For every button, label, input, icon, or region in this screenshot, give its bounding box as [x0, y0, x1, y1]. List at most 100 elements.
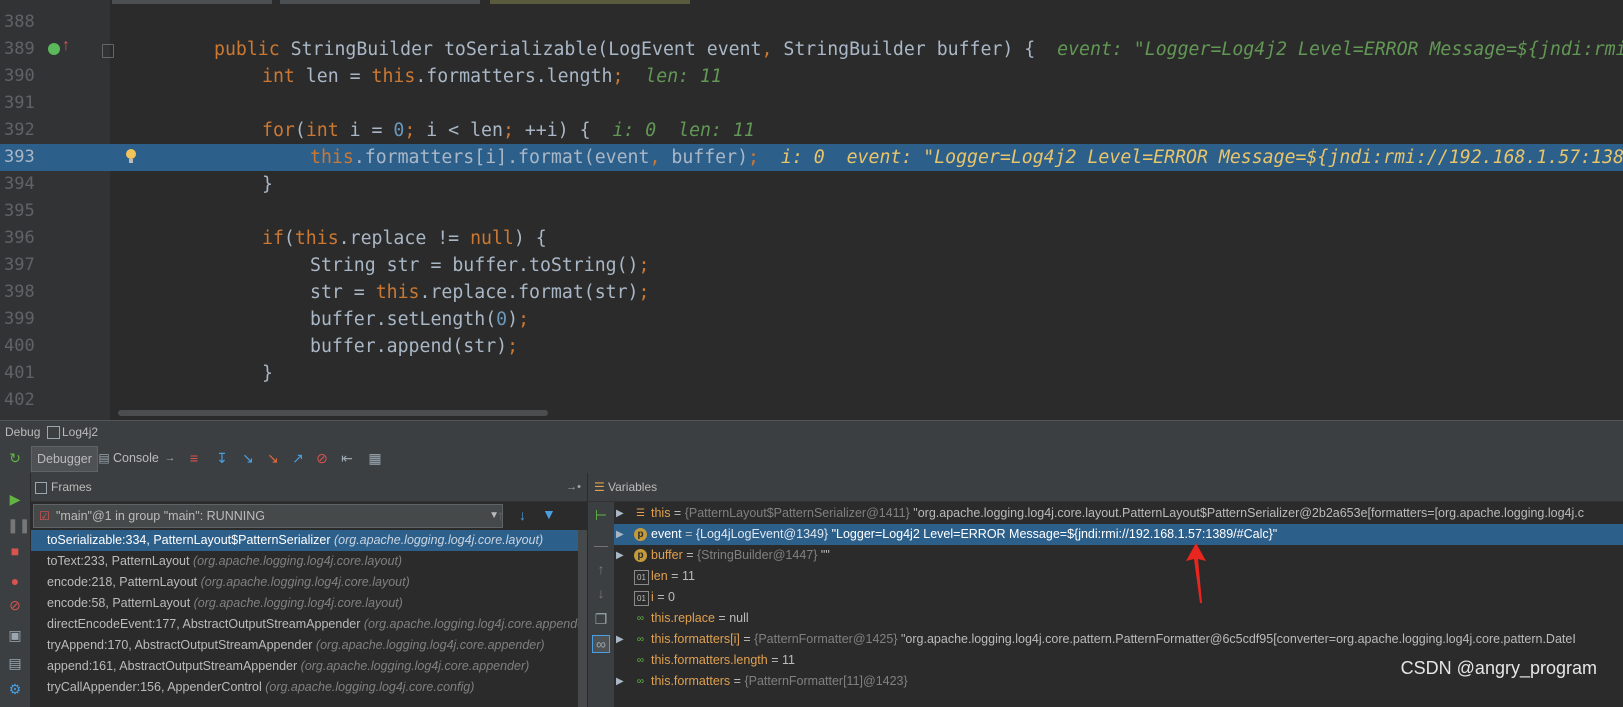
line-number: 398: [4, 282, 35, 302]
variable-row[interactable]: ▶ p buffer = {StringBuilder@1447} "": [614, 545, 1623, 566]
code-text: public StringBuilder toSerializable(LogE…: [214, 36, 1623, 63]
frames-scrollbar[interactable]: [578, 530, 587, 707]
field-icon: ☰: [636, 508, 645, 519]
step-into-icon[interactable]: ↘: [240, 450, 256, 466]
horizontal-scrollbar[interactable]: [118, 410, 548, 416]
show-watches-icon[interactable]: ∞: [592, 635, 610, 653]
run-config-name[interactable]: Log4j2: [62, 421, 98, 443]
expand-arrow-icon[interactable]: ▶: [616, 671, 624, 692]
variables-title: Variables: [608, 480, 658, 494]
line-number: 388: [4, 12, 35, 32]
lightbulb-icon[interactable]: [124, 148, 138, 166]
settings-gear-icon[interactable]: ⚙: [7, 681, 23, 697]
line-number: 399: [4, 309, 35, 329]
code-line: 388: [0, 9, 1623, 36]
code-text: String str = buffer.toString();: [310, 255, 650, 276]
frame-item[interactable]: tryAppend:170, AbstractOutputStreamAppen…: [31, 635, 587, 656]
force-step-into-icon[interactable]: ↘: [265, 450, 281, 466]
variable-row[interactable]: ▶ ∞ this.formatters[i] = {PatternFormatt…: [614, 629, 1623, 650]
frame-item[interactable]: toSerializable:334, PatternLayout$Patter…: [31, 530, 587, 551]
variable-row[interactable]: ▶ p event = {Log4jLogEvent@1349} "Logger…: [614, 524, 1623, 545]
line-number: 396: [4, 228, 35, 248]
watch-icon: ∞: [636, 634, 645, 645]
current-execution-line: 393 this.formatters[i].format(event, buf…: [0, 144, 1623, 171]
watch-icon: ∞: [636, 676, 645, 687]
frame-item[interactable]: encode:218, PatternLayout (org.apache.lo…: [31, 572, 587, 593]
code-editor[interactable]: 388 389 public StringBuilder toSerializa…: [0, 0, 1623, 420]
step-out-icon[interactable]: ↗: [290, 450, 306, 466]
evaluate-expression-icon[interactable]: ▦: [367, 450, 383, 466]
move-up-icon[interactable]: ↑: [593, 561, 609, 577]
debug-title: Debug: [5, 425, 41, 439]
frame-item[interactable]: encode:58, PatternLayout (org.apache.log…: [31, 593, 587, 614]
resume-icon[interactable]: ▶: [7, 491, 23, 507]
code-line: 395: [0, 198, 1623, 225]
frame-item[interactable]: directEncodeEvent:177, AbstractOutputStr…: [31, 614, 587, 635]
expand-arrow-icon[interactable]: ▶: [616, 545, 624, 566]
frame-item[interactable]: toText:233, PatternLayout (org.apache.lo…: [31, 551, 587, 572]
code-line: 401 }: [0, 360, 1623, 387]
code-text: if(this.replace != null) {: [262, 228, 547, 249]
expand-arrow-icon[interactable]: ▶: [616, 524, 624, 545]
line-number: 395: [4, 201, 35, 221]
next-frame-icon[interactable]: ↓: [519, 507, 526, 523]
variable-row[interactable]: ▶ ☰ this = {PatternLayout$PatternSeriali…: [614, 503, 1623, 524]
fold-marker-icon[interactable]: [102, 44, 114, 58]
frame-item[interactable]: append:161, AbstractOutputStreamAppender…: [31, 656, 587, 677]
move-down-icon[interactable]: ↓: [593, 585, 609, 601]
expand-arrow-icon[interactable]: ▶: [616, 629, 624, 650]
code-line: 394 }: [0, 171, 1623, 198]
watermark: CSDN @angry_program: [1400, 658, 1597, 678]
frames-header: Frames →•: [31, 473, 587, 502]
drop-frame-icon[interactable]: ⊘: [314, 450, 330, 466]
code-line: 398 str = this.replace.format(str);: [0, 279, 1623, 306]
run-to-cursor-icon[interactable]: ⇤: [339, 450, 355, 466]
remove-watch-icon[interactable]: —: [593, 537, 609, 553]
variable-row[interactable]: ∞ this.replace = null: [614, 608, 1623, 629]
editor-tab[interactable]: [280, 0, 480, 4]
step-over-icon[interactable]: ↧: [214, 450, 230, 466]
tab-console[interactable]: Console: [108, 446, 164, 470]
view-breakpoints-icon[interactable]: ●: [7, 573, 23, 589]
code-text: str = this.replace.format(str);: [310, 282, 650, 303]
line-number: 401: [4, 363, 35, 383]
pause-icon[interactable]: ❚❚: [7, 517, 30, 533]
mute-breakpoints-icon[interactable]: ⊘: [7, 597, 23, 613]
frames-icon: [35, 482, 47, 494]
inline-debug-value: event: "Logger=Log4j2 Level=ERROR Messag…: [1057, 39, 1623, 60]
editor-tab[interactable]: [112, 0, 272, 4]
debug-actions-strip: ▶ ❚❚ ■ ● ⊘ ▣ ▤ ⚙: [0, 473, 31, 707]
primitive-icon: 01: [634, 591, 649, 606]
variable-row[interactable]: 01 len = 11: [614, 566, 1623, 587]
variable-row[interactable]: 01 i = 0: [614, 587, 1623, 608]
code-line: 400 buffer.append(str);: [0, 333, 1623, 360]
editor-tab-strip: [0, 0, 1623, 4]
filter-icon[interactable]: ▼: [542, 506, 556, 522]
pin-panel-icon[interactable]: →•: [566, 473, 581, 501]
code-line: 392 for(int i = 0; i < len; ++i) { i: 0 …: [0, 117, 1623, 144]
frame-item[interactable]: tryCallAppender:156, AppenderControl (or…: [31, 677, 587, 698]
tab-debugger[interactable]: Debugger: [31, 446, 98, 472]
code-line: 391: [0, 90, 1623, 117]
code-text: buffer.append(str);: [310, 336, 519, 357]
pin-tab-icon[interactable]: →: [162, 450, 178, 466]
editor-tab-active[interactable]: [490, 0, 690, 4]
show-execution-point-icon[interactable]: ≡: [186, 450, 202, 466]
stop-icon[interactable]: ■: [7, 543, 23, 559]
line-number: 390: [4, 66, 35, 86]
override-arrow-icon[interactable]: ↑: [62, 38, 70, 54]
previous-frame-icon[interactable]: ↑: [497, 507, 504, 523]
camera-icon[interactable]: ▣: [7, 627, 23, 643]
rerun-icon[interactable]: ↻: [7, 450, 23, 466]
inline-debug-value: len: 11: [645, 66, 722, 87]
line-number: 394: [4, 174, 35, 194]
copy-icon[interactable]: ❐: [593, 611, 609, 627]
primitive-icon: 01: [634, 570, 649, 585]
line-number: 391: [4, 93, 35, 113]
frames-panel: Frames →• ☑ "main"@1 in group "main": RU…: [31, 473, 587, 707]
implements-marker-icon[interactable]: [48, 43, 60, 55]
layout-icon[interactable]: ▤: [7, 655, 23, 671]
expand-arrow-icon[interactable]: ▶: [616, 503, 624, 524]
new-watch-icon[interactable]: ⊢: [593, 507, 609, 523]
thread-selector[interactable]: ☑ "main"@1 in group "main": RUNNING ▼: [33, 504, 503, 528]
